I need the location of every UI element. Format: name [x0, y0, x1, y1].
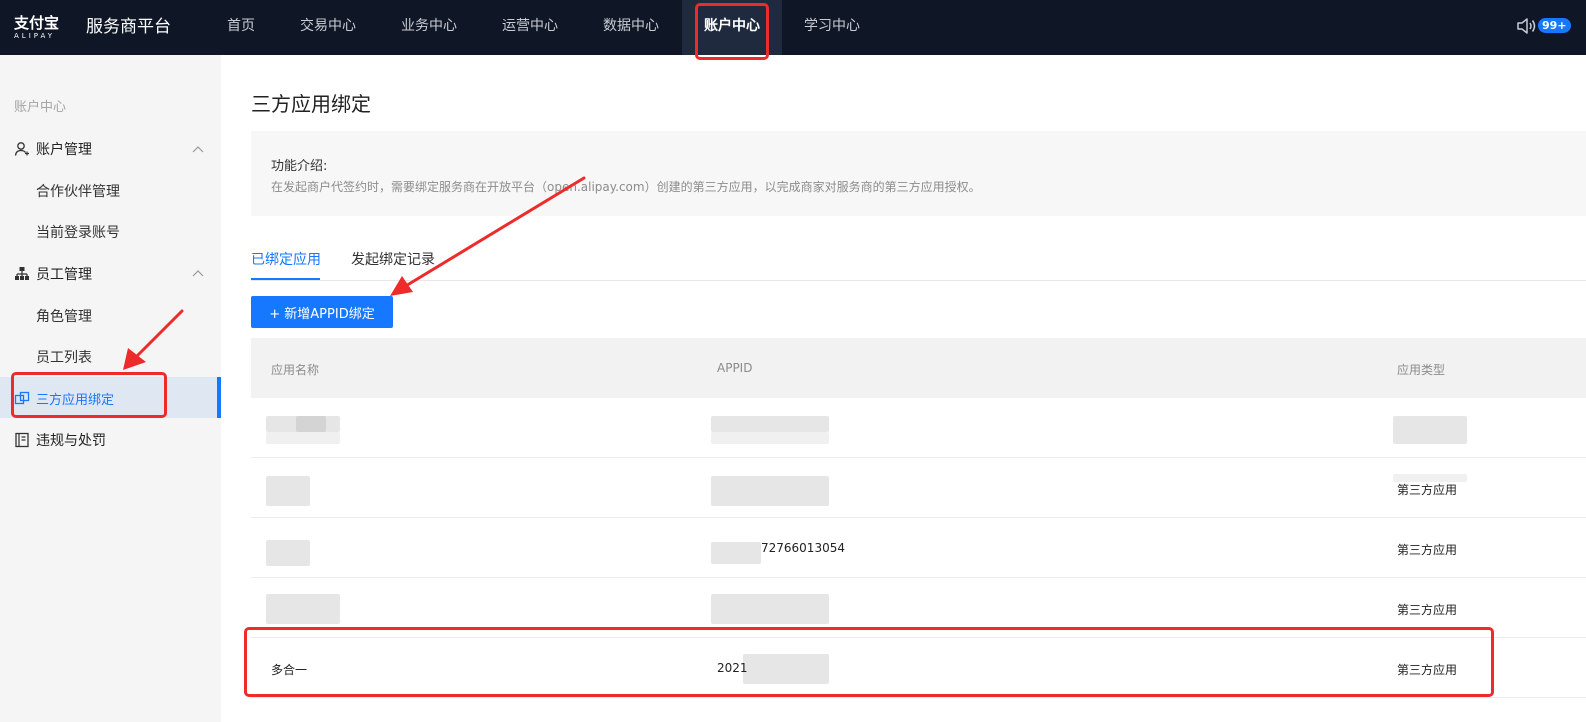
cell-app-type: 第三方应用: [1397, 603, 1458, 617]
annotation-box-row: [244, 627, 1494, 697]
redacted-block: [296, 416, 326, 432]
user-icon: [14, 142, 29, 156]
app-root: 支付宝 ALIPAY 服务商平台 首页 交易中心 业务中心 运营中心 数据中心 …: [0, 0, 1586, 722]
sidebar-item-violation-label: 违规与处罚: [36, 433, 106, 449]
chevron-up-icon[interactable]: [192, 145, 204, 153]
sidebar-item-current-account[interactable]: 当前登录账号: [36, 222, 120, 242]
annotation-box-sidebar: [11, 372, 167, 418]
speaker-icon[interactable]: [1516, 16, 1538, 36]
tab-active-underline: [251, 278, 320, 280]
logo-sub-text: ALIPAY: [14, 32, 56, 40]
intro-title: 功能介绍:: [271, 159, 328, 174]
tab-bound-apps[interactable]: 已绑定应用: [251, 249, 321, 269]
sidebar-group-staff-label: 员工管理: [36, 267, 92, 283]
nav-data-center[interactable]: 数据中心: [599, 0, 663, 55]
page-title: 三方应用绑定: [251, 92, 371, 116]
sidebar-group-staff[interactable]: 员工管理: [14, 264, 92, 284]
sidebar-heading: 账户中心: [14, 100, 67, 115]
redacted-appid: [711, 416, 829, 432]
sidebar-item-role[interactable]: 角色管理: [36, 306, 92, 326]
tab-binding-records[interactable]: 发起绑定记录: [351, 249, 435, 269]
table-header: 应用名称 APPID 应用类型: [251, 338, 1586, 398]
org-chart-icon: [15, 267, 29, 280]
table-row[interactable]: 第三方应用: [251, 458, 1586, 518]
redacted-block: [266, 432, 340, 444]
nav-trade-center[interactable]: 交易中心: [296, 0, 360, 55]
tabs-divider: [251, 280, 1586, 281]
redacted-appid: [711, 476, 829, 506]
platform-title: 服务商平台: [86, 17, 171, 37]
sidebar-group-account[interactable]: 账户管理: [14, 139, 92, 159]
redacted-app-name: [266, 476, 310, 506]
redacted-block: [711, 432, 829, 444]
chevron-up-icon[interactable]: [192, 269, 204, 277]
nav-operation-center[interactable]: 运营中心: [498, 0, 562, 55]
top-nav-bar: 支付宝 ALIPAY 服务商平台 首页 交易中心 业务中心 运营中心 数据中心 …: [0, 0, 1586, 55]
redacted-appid-prefix: [711, 542, 761, 564]
redacted-appid: [711, 594, 829, 624]
table-row[interactable]: [251, 398, 1586, 458]
redacted-app-name: [266, 540, 310, 566]
notification-badge[interactable]: 99+: [1538, 18, 1571, 33]
intro-panel: 功能介绍: 在发起商户代签约时，需要绑定服务商在开放平台（open.alipay…: [251, 131, 1586, 216]
redacted-app-type: [1393, 416, 1467, 444]
book-icon: [15, 432, 29, 448]
cell-app-type: 第三方应用: [1397, 543, 1458, 557]
active-indicator: [217, 377, 221, 418]
column-header-app-type: 应用类型: [1397, 363, 1446, 377]
sidebar-item-staff-list[interactable]: 员工列表: [36, 347, 92, 367]
alipay-logo[interactable]: 支付宝 ALIPAY 服务商平台: [14, 14, 171, 42]
column-header-app-name: 应用名称: [271, 363, 320, 377]
cell-appid: 72766013054: [761, 541, 845, 555]
cell-app-type: 第三方应用: [1397, 483, 1458, 497]
alipay-logo-mark: 支付宝 ALIPAY: [14, 14, 74, 42]
intro-description: 在发起商户代签约时，需要绑定服务商在开放平台（open.alipay.com）创…: [271, 180, 981, 194]
sidebar-item-partner[interactable]: 合作伙伴管理: [36, 181, 120, 201]
sidebar-item-violation[interactable]: 违规与处罚: [14, 430, 106, 450]
annotation-box-nav: [695, 3, 769, 60]
add-appid-binding-button[interactable]: + 新增APPID绑定: [251, 296, 393, 328]
column-header-appid: APPID: [717, 361, 753, 375]
nav-home[interactable]: 首页: [214, 0, 268, 55]
logo-main-text: 支付宝: [14, 14, 60, 32]
nav-learning-center[interactable]: 学习中心: [800, 0, 864, 55]
redacted-app-name: [266, 594, 340, 624]
sidebar-group-account-label: 账户管理: [36, 142, 92, 158]
table-row[interactable]: 72766013054 第三方应用: [251, 518, 1586, 578]
nav-business-center[interactable]: 业务中心: [397, 0, 461, 55]
